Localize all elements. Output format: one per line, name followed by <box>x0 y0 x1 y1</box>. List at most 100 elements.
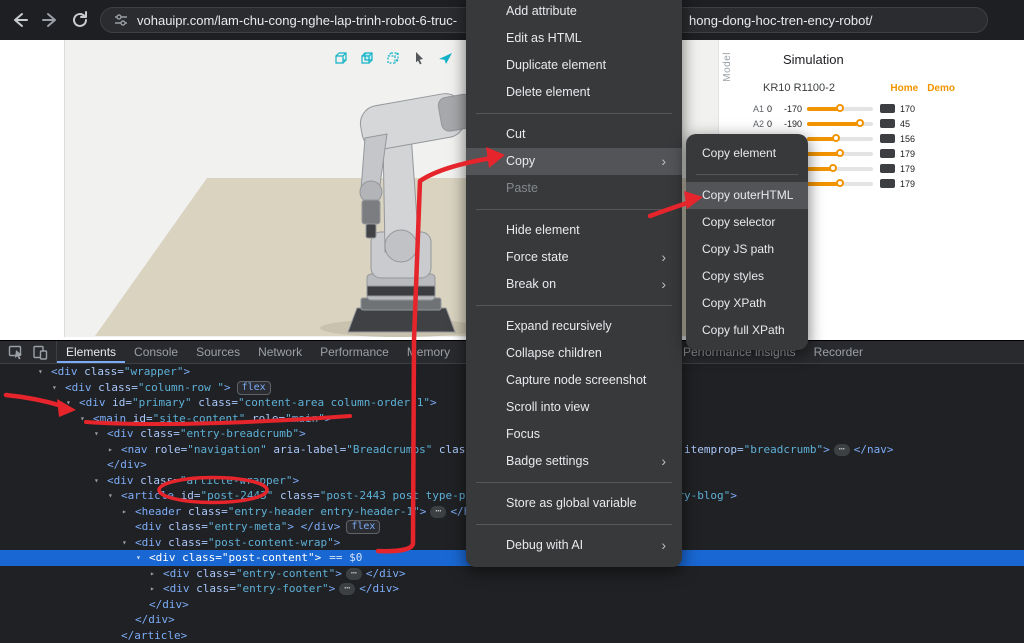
axis-slider[interactable] <box>807 152 873 156</box>
expand-arrow-open-icon[interactable]: ▾ <box>108 488 121 504</box>
menu-item-force-state[interactable]: Force state› <box>466 244 682 271</box>
code-token: <div <box>79 396 106 409</box>
cube-wireframe-icon[interactable] <box>385 50 402 67</box>
code-token: class= <box>176 551 222 564</box>
expand-arrow-open-icon[interactable]: ▾ <box>66 395 79 411</box>
menu-item-edit-as-html[interactable]: Edit as HTML <box>466 25 682 52</box>
expand-inline-button[interactable]: ⋯ <box>346 568 362 580</box>
slider-handle[interactable] <box>832 134 840 142</box>
expand-arrow-open-icon[interactable]: ▾ <box>38 364 51 380</box>
panel-link-home[interactable]: Home <box>890 83 918 94</box>
expand-arrow-closed-icon[interactable]: ▸ <box>122 504 135 520</box>
viewport-toolbar <box>333 50 454 67</box>
tree-row[interactable]: </article> <box>0 628 1024 643</box>
menu-item-copy-styles[interactable]: Copy styles <box>686 263 808 290</box>
flex-badge[interactable]: flex <box>346 520 380 534</box>
tab-recorder[interactable]: Recorder <box>805 341 872 363</box>
menu-item-add-attribute[interactable]: Add attribute <box>466 0 682 25</box>
cube-wireframe-icon[interactable] <box>333 50 350 67</box>
tab-memory[interactable]: Memory <box>398 341 459 363</box>
menu-item-store-as-global-variable[interactable]: Store as global variable <box>466 490 682 517</box>
axis-value-box[interactable] <box>880 179 895 188</box>
measure-icon[interactable] <box>437 50 454 67</box>
axis-slider[interactable] <box>807 122 873 126</box>
expand-arrow-open-icon[interactable]: ▾ <box>122 535 135 551</box>
inspect-element-button[interactable] <box>4 341 28 363</box>
menu-item-label: Store as global variable <box>506 490 637 517</box>
expand-arrow-open-icon[interactable]: ▾ <box>80 411 93 427</box>
tab-console[interactable]: Console <box>125 341 187 363</box>
menu-item-focus[interactable]: Focus <box>466 421 682 448</box>
toggle-device-toolbar-button[interactable] <box>28 341 52 363</box>
tab-elements[interactable]: Elements <box>57 341 125 363</box>
tree-row[interactable]: ▸<div class="entry-content">⋯</div> <box>0 566 1024 582</box>
axis-value-box[interactable] <box>880 134 895 143</box>
axis-value-box[interactable] <box>880 119 895 128</box>
axis-slider[interactable] <box>807 182 873 186</box>
menu-item-break-on[interactable]: Break on› <box>466 271 682 298</box>
tab-network[interactable]: Network <box>249 341 311 363</box>
menu-item-badge-settings[interactable]: Badge settings› <box>466 448 682 475</box>
tree-row[interactable]: </div> <box>0 597 1024 613</box>
axis-value: 0 <box>767 104 778 114</box>
menu-item-copy-outerhtml[interactable]: Copy outerHTML <box>686 182 808 209</box>
expand-inline-button[interactable]: ⋯ <box>834 444 850 456</box>
menu-item-copy-selector[interactable]: Copy selector <box>686 209 808 236</box>
menu-separator <box>696 174 798 175</box>
expand-arrow-open-icon[interactable]: ▾ <box>136 550 149 566</box>
axis-slider[interactable] <box>807 137 873 141</box>
tree-row[interactable]: </div> <box>0 612 1024 628</box>
back-button[interactable] <box>8 8 32 32</box>
menu-item-copy[interactable]: Copy› <box>466 148 682 175</box>
expand-inline-button[interactable]: ⋯ <box>430 506 446 518</box>
menu-item-debug-with-ai[interactable]: Debug with AI› <box>466 532 682 559</box>
expand-arrow-closed-icon[interactable]: ▸ <box>108 442 121 458</box>
axis-slider[interactable] <box>807 167 873 171</box>
axis-slider[interactable] <box>807 107 873 111</box>
menu-item-collapse-children[interactable]: Collapse children <box>466 340 682 367</box>
cursor-select-icon[interactable] <box>411 50 428 67</box>
submenu-chevron-icon: › <box>661 448 666 475</box>
axis-value-box[interactable] <box>880 149 895 158</box>
expand-arrow-open-icon[interactable]: ▾ <box>94 426 107 442</box>
slider-handle[interactable] <box>856 119 864 127</box>
code-token: class= <box>78 365 124 378</box>
expand-arrow-open-icon[interactable]: ▾ <box>52 380 65 396</box>
cube-wireframe-icon[interactable] <box>359 50 376 67</box>
menu-item-delete-element[interactable]: Delete element <box>466 79 682 106</box>
menu-item-hide-element[interactable]: Hide element <box>466 217 682 244</box>
menu-item-scroll-into-view[interactable]: Scroll into view <box>466 394 682 421</box>
expand-inline-button[interactable]: ⋯ <box>339 583 355 595</box>
reload-button[interactable] <box>68 8 92 32</box>
tab-sources[interactable]: Sources <box>187 341 249 363</box>
menu-item-expand-recursively[interactable]: Expand recursively <box>466 313 682 340</box>
menu-item-copy-full-xpath[interactable]: Copy full XPath <box>686 317 808 344</box>
slider-handle[interactable] <box>836 104 844 112</box>
reload-icon <box>70 10 90 30</box>
menu-item-capture-node-screenshot[interactable]: Capture node screenshot <box>466 367 682 394</box>
menu-item-copy-element[interactable]: Copy element <box>686 140 808 167</box>
site-settings-icon[interactable] <box>113 12 129 28</box>
model-side-tab[interactable]: Model <box>722 52 733 82</box>
menu-item-copy-js-path[interactable]: Copy JS path <box>686 236 808 263</box>
expand-arrow-closed-icon[interactable]: ▸ <box>150 581 163 597</box>
expand-arrow-closed-icon[interactable]: ▸ <box>150 566 163 582</box>
menu-item-label: Copy styles <box>702 263 764 290</box>
tab-performance[interactable]: Performance <box>311 341 398 363</box>
menu-item-duplicate-element[interactable]: Duplicate element <box>466 52 682 79</box>
menu-item-cut[interactable]: Cut <box>466 121 682 148</box>
forward-button[interactable] <box>38 8 62 32</box>
slider-handle[interactable] <box>836 149 844 157</box>
robot-model-select[interactable]: KR10 R1100-2 <box>763 82 835 94</box>
context-menu: Add attributeEdit as HTMLDuplicate eleme… <box>466 0 682 567</box>
slider-handle[interactable] <box>836 179 844 187</box>
menu-item-copy-xpath[interactable]: Copy XPath <box>686 290 808 317</box>
expand-arrow-open-icon[interactable]: ▾ <box>94 473 107 489</box>
axis-value-box[interactable] <box>880 164 895 173</box>
tree-row[interactable]: ▸<div class="entry-footer">⋯</div> <box>0 581 1024 597</box>
slider-handle[interactable] <box>829 164 837 172</box>
axis-value-box[interactable] <box>880 104 895 113</box>
flex-badge[interactable]: flex <box>237 381 271 395</box>
axis-value: 0 <box>767 119 778 129</box>
panel-link-demo[interactable]: Demo <box>927 83 955 94</box>
